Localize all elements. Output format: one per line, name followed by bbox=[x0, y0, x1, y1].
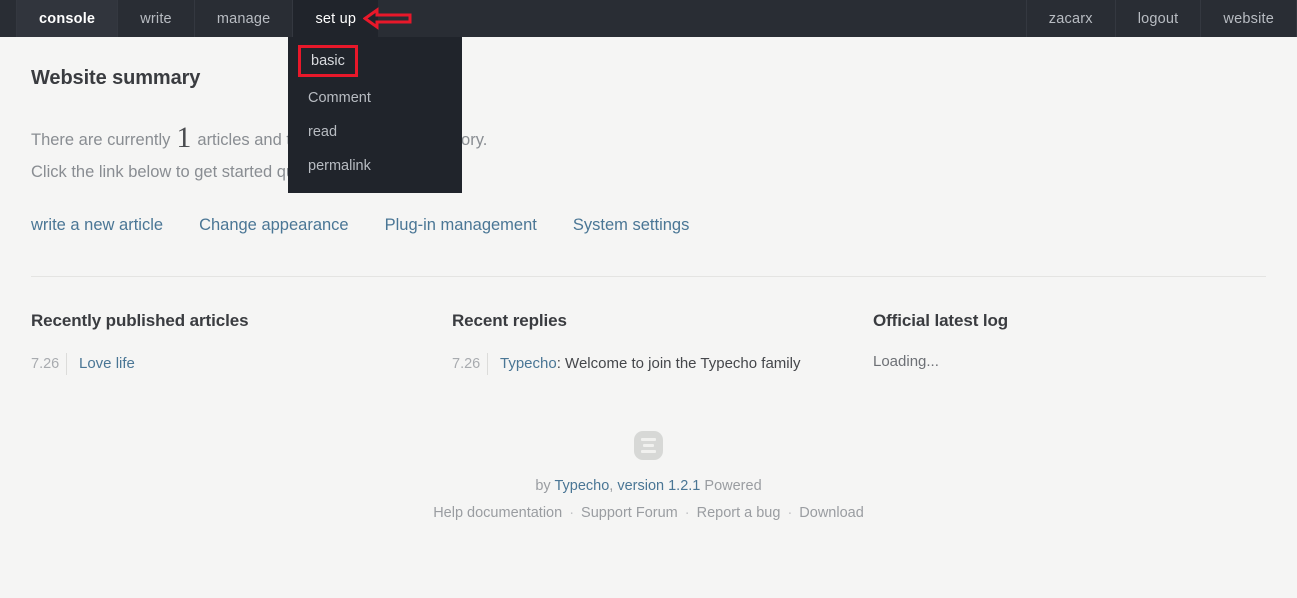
nav-item-website[interactable]: website bbox=[1200, 0, 1297, 37]
nav-user-group: zacarx logout website bbox=[1026, 0, 1297, 37]
logo-bar-bottom bbox=[641, 450, 656, 453]
summary-columns: Recently published articles 7.26 Love li… bbox=[31, 311, 1266, 375]
quicklink-plugin-management[interactable]: Plug-in management bbox=[385, 216, 537, 235]
nav-item-set-up-label: set up bbox=[315, 11, 356, 27]
logo-bar-middle bbox=[643, 444, 654, 447]
list-item: 7.26 Typecho: Welcome to join the Typech… bbox=[452, 353, 873, 375]
dropdown-item-basic-label: basic bbox=[311, 53, 345, 69]
column-recent-replies: Recent replies 7.26 Typecho: Welcome to … bbox=[452, 311, 873, 375]
footer-links: Help documentation·Support Forum·Report … bbox=[31, 505, 1266, 521]
footer-credit: by Typecho, version 1.2.1 Powered bbox=[31, 478, 1266, 494]
footer-credit-suffix: Powered bbox=[704, 478, 761, 494]
footer-separator: · bbox=[678, 505, 697, 521]
footer-link-download[interactable]: Download bbox=[799, 505, 864, 521]
nav-item-logout-label: logout bbox=[1138, 11, 1179, 27]
footer-link-support-forum[interactable]: Support Forum bbox=[581, 505, 678, 521]
nav-item-zacarx-label: zacarx bbox=[1049, 11, 1093, 27]
recent-replies-heading: Recent replies bbox=[452, 311, 873, 331]
dropdown-item-read-label: read bbox=[308, 124, 337, 140]
entry-date: 7.26 bbox=[31, 353, 67, 375]
list-item: 7.26 Love life bbox=[31, 353, 452, 375]
website-summary-text: There are currently1articles and they pu… bbox=[31, 122, 1266, 188]
entry-body: Typecho: Welcome to join the Typecho fam… bbox=[488, 353, 800, 375]
footer-link-help-documentation[interactable]: Help documentation bbox=[433, 505, 562, 521]
nav-item-manage-label: manage bbox=[217, 11, 271, 27]
content-divider bbox=[31, 276, 1266, 277]
quicklink-change-appearance[interactable]: Change appearance bbox=[199, 216, 349, 235]
official-log-status: Loading... bbox=[873, 353, 1266, 370]
main-content: Website summary There are currently1arti… bbox=[0, 37, 1297, 521]
column-recent-articles: Recently published articles 7.26 Love li… bbox=[31, 311, 452, 375]
nav-item-write[interactable]: write bbox=[117, 0, 194, 37]
nav-item-console[interactable]: console bbox=[16, 0, 117, 37]
dropdown-item-read[interactable]: read bbox=[288, 115, 462, 149]
summary-article-count: 1 bbox=[170, 121, 197, 154]
quicklink-system-settings[interactable]: System settings bbox=[573, 216, 689, 235]
dropdown-item-comment[interactable]: Comment bbox=[288, 81, 462, 115]
entry-link[interactable]: Typecho bbox=[500, 355, 557, 372]
dropdown-item-permalink[interactable]: permalink bbox=[288, 149, 462, 183]
nav-item-write-label: write bbox=[140, 11, 172, 27]
set-up-dropdown-menu: basic Comment read permalink bbox=[288, 37, 462, 193]
dropdown-item-basic[interactable]: basic bbox=[298, 45, 358, 77]
summary-text-part-1: There are currently bbox=[31, 131, 170, 149]
nav-primary-group: console write manage set up bbox=[16, 0, 378, 37]
page-footer: by Typecho, version 1.2.1 Powered Help d… bbox=[31, 431, 1266, 521]
nav-item-logout[interactable]: logout bbox=[1115, 0, 1201, 37]
footer-credit-prefix: by bbox=[535, 478, 550, 494]
recent-replies-list: 7.26 Typecho: Welcome to join the Typech… bbox=[452, 353, 873, 375]
footer-link-version[interactable]: version 1.2.1 bbox=[617, 478, 700, 494]
footer-separator: · bbox=[562, 505, 581, 521]
nav-item-zacarx[interactable]: zacarx bbox=[1026, 0, 1115, 37]
nav-item-console-label: console bbox=[39, 11, 95, 27]
page-title: Website summary bbox=[31, 37, 1266, 90]
dropdown-item-permalink-label: permalink bbox=[308, 158, 371, 174]
nav-item-set-up[interactable]: set up bbox=[292, 0, 378, 37]
nav-item-manage[interactable]: manage bbox=[194, 0, 293, 37]
official-log-heading: Official latest log bbox=[873, 311, 1266, 331]
typecho-logo-icon bbox=[634, 431, 663, 460]
summary-line-1: There are currently1articles and they pu… bbox=[31, 122, 1266, 156]
footer-credit-comma: , bbox=[609, 478, 613, 494]
top-navigation-bar: console write manage set up zacarx logou… bbox=[0, 0, 1297, 37]
nav-item-website-label: website bbox=[1223, 11, 1274, 27]
entry-date: 7.26 bbox=[452, 353, 488, 375]
recent-articles-list: 7.26 Love life bbox=[31, 353, 452, 375]
recent-articles-heading: Recently published articles bbox=[31, 311, 452, 331]
footer-separator: · bbox=[780, 505, 799, 521]
logo-bar-top bbox=[641, 438, 656, 441]
column-official-log: Official latest log Loading... bbox=[873, 311, 1266, 375]
footer-link-typecho[interactable]: Typecho bbox=[554, 478, 609, 494]
dropdown-item-comment-label: Comment bbox=[308, 90, 371, 106]
footer-link-report-a-bug[interactable]: Report a bug bbox=[697, 505, 781, 521]
nav-left-spacer bbox=[0, 0, 16, 37]
summary-line-2: Click the link below to get started quic… bbox=[31, 156, 1266, 188]
quick-links: write a new article Change appearance Pl… bbox=[31, 216, 1266, 235]
entry-text: : Welcome to join the Typecho family bbox=[557, 355, 801, 372]
quicklink-write-new-article[interactable]: write a new article bbox=[31, 216, 163, 235]
entry-body: Love life bbox=[67, 353, 135, 375]
entry-link[interactable]: Love life bbox=[79, 355, 135, 372]
